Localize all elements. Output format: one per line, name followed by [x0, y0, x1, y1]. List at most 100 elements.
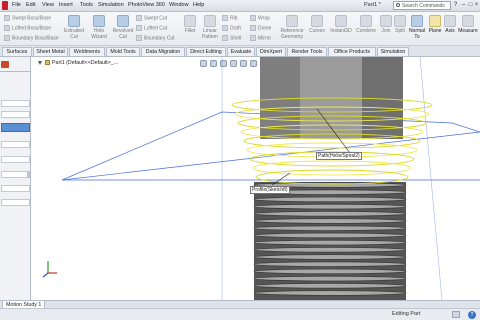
shell-button[interactable]: Shell: [222, 35, 241, 41]
close-button[interactable]: ×: [473, 2, 480, 9]
instant3d-button[interactable]: Instant3D: [329, 15, 353, 34]
measure-icon: [462, 15, 474, 27]
axis-label: Axis: [445, 28, 455, 34]
join-button[interactable]: Join: [379, 15, 393, 34]
panel-row-2[interactable]: [1, 111, 30, 118]
menu-help[interactable]: Help: [193, 2, 204, 8]
extruded-cut-label: Extruded Cut: [63, 28, 84, 40]
tab-surfaces[interactable]: Surfaces: [2, 47, 32, 56]
boundary-boss-button[interactable]: Boundary Boss/Base: [4, 35, 59, 41]
measure-button[interactable]: Measure: [457, 15, 479, 34]
thread-ridge: [253, 283, 407, 289]
status-bar: Editing Part ?: [0, 308, 480, 320]
combine-button[interactable]: Combine: [355, 15, 377, 34]
panel-row-6[interactable]: [1, 185, 30, 192]
menu-tools[interactable]: Tools: [80, 2, 93, 8]
tab-data-migration[interactable]: Data Migration: [141, 47, 185, 56]
lofted-boss-button[interactable]: Lofted Boss/Base: [4, 25, 51, 31]
fillet-icon: [184, 15, 196, 27]
thread-ridge: [253, 239, 407, 246]
bottom-tab-bar: Motion Study 1: [0, 300, 480, 309]
menu-simulation[interactable]: Simulation: [98, 2, 124, 8]
revolved-cut-button[interactable]: Revolved Cut: [112, 15, 134, 40]
panel-row-5[interactable]: [1, 171, 30, 178]
mirror-button[interactable]: Mirror: [250, 35, 271, 41]
tab-weldments[interactable]: Weldments: [69, 47, 105, 56]
split-button[interactable]: Split: [393, 15, 407, 34]
tab-evaluate[interactable]: Evaluate: [227, 47, 255, 56]
axis-icon: [444, 15, 456, 27]
panel-row-7[interactable]: [1, 199, 30, 206]
app-logo[interactable]: [2, 1, 8, 10]
normal-to-label: Normal To: [408, 28, 426, 40]
minimize-button[interactable]: –: [460, 2, 467, 9]
tab-mold-tools[interactable]: Mold Tools: [106, 47, 140, 56]
extruded-cut-button[interactable]: Extruded Cut: [63, 15, 85, 40]
shell-icon: [222, 35, 228, 41]
model-canvas: [42, 57, 480, 300]
panel-collapse-handle[interactable]: [27, 172, 30, 178]
menu-window[interactable]: Window: [169, 2, 189, 8]
tab-render-tools[interactable]: Render Tools: [287, 47, 327, 56]
menu-insert[interactable]: Insert: [59, 2, 73, 8]
lofted-cut-button[interactable]: Lofted Cut: [136, 25, 167, 31]
tab-simulation[interactable]: Simulation: [377, 47, 409, 56]
thread-ridge: [253, 254, 407, 260]
reference-geometry-button[interactable]: Reference Geometry: [278, 15, 306, 40]
path-callout[interactable]: Path(Helix/Spiral2): [316, 152, 362, 160]
menu-file[interactable]: File: [12, 2, 21, 8]
panel-row-3[interactable]: [1, 141, 30, 148]
axis-triad: [42, 261, 57, 278]
thread-ridge: [253, 247, 407, 253]
search-commands-input[interactable]: Search Commands: [393, 1, 451, 10]
reference-geometry-label: Reference Geometry: [280, 28, 304, 40]
plane-button[interactable]: Plane: [428, 15, 442, 34]
dome-button[interactable]: Dome: [250, 25, 271, 31]
curves-button[interactable]: Curves: [307, 15, 327, 34]
help-icon[interactable]: ?: [452, 2, 459, 9]
units-icon[interactable]: [452, 311, 460, 318]
wrap-button[interactable]: Wrap: [250, 15, 270, 21]
panel-row-1[interactable]: [1, 100, 30, 107]
rib-button[interactable]: Rib: [222, 15, 238, 21]
thread-ridge: [253, 218, 407, 224]
help-circle-icon[interactable]: ?: [468, 311, 476, 319]
wrap-icon: [250, 15, 256, 21]
swept-boss-button[interactable]: Swept Boss/Base: [4, 15, 51, 21]
tab-sheet-metal[interactable]: Sheet Metal: [33, 47, 68, 56]
tab-office-products[interactable]: Office Products: [328, 47, 376, 56]
hole-wizard-button[interactable]: Hole Wizard: [88, 15, 110, 40]
tab-dimxpert[interactable]: DimXpert: [256, 47, 286, 56]
fillet-button[interactable]: Fillet: [181, 15, 199, 34]
thread-ridge: [253, 261, 407, 268]
boundary-cut-button[interactable]: Boundary Cut: [136, 35, 175, 41]
axis-button[interactable]: Axis: [443, 15, 457, 34]
thread-ridge: [253, 225, 407, 232]
measure-label: Measure: [458, 28, 478, 34]
menu-photoview[interactable]: PhotoView 360: [128, 2, 165, 8]
boundary-cut-icon: [136, 35, 142, 41]
swept-cut-button[interactable]: Swept Cut: [136, 15, 167, 21]
normal-to-button[interactable]: Normal To: [408, 15, 426, 40]
graphics-viewport[interactable]: Part1 (Default<<Default>_... Path(Helix/…: [32, 57, 480, 300]
menu-edit[interactable]: Edit: [26, 2, 35, 8]
tab-direct-editing[interactable]: Direct Editing: [186, 47, 226, 56]
feature-manager-icon[interactable]: [1, 61, 9, 68]
lofted-boss-icon: [4, 25, 10, 31]
join-icon: [380, 15, 392, 27]
command-ribbon: Swept Boss/Base Lofted Boss/Base Boundar…: [0, 12, 480, 46]
thread-ridge: [253, 196, 407, 203]
search-icon: [396, 3, 400, 7]
curves-label: Curves: [309, 28, 325, 34]
draft-icon: [222, 25, 228, 31]
thread-ridge: [253, 203, 407, 210]
draft-button[interactable]: Draft: [222, 25, 241, 31]
mirror-icon: [250, 35, 256, 41]
panel-row-4[interactable]: [1, 156, 30, 163]
thread-ridge: [253, 275, 407, 282]
title-bar: File Edit View Insert Tools Simulation P…: [0, 0, 480, 12]
linear-pattern-button[interactable]: Linear Pattern: [200, 15, 220, 40]
panel-selected-field[interactable]: [1, 123, 30, 132]
menu-view[interactable]: View: [42, 2, 54, 8]
profile-callout[interactable]: Profile(Sketch8): [250, 186, 290, 194]
